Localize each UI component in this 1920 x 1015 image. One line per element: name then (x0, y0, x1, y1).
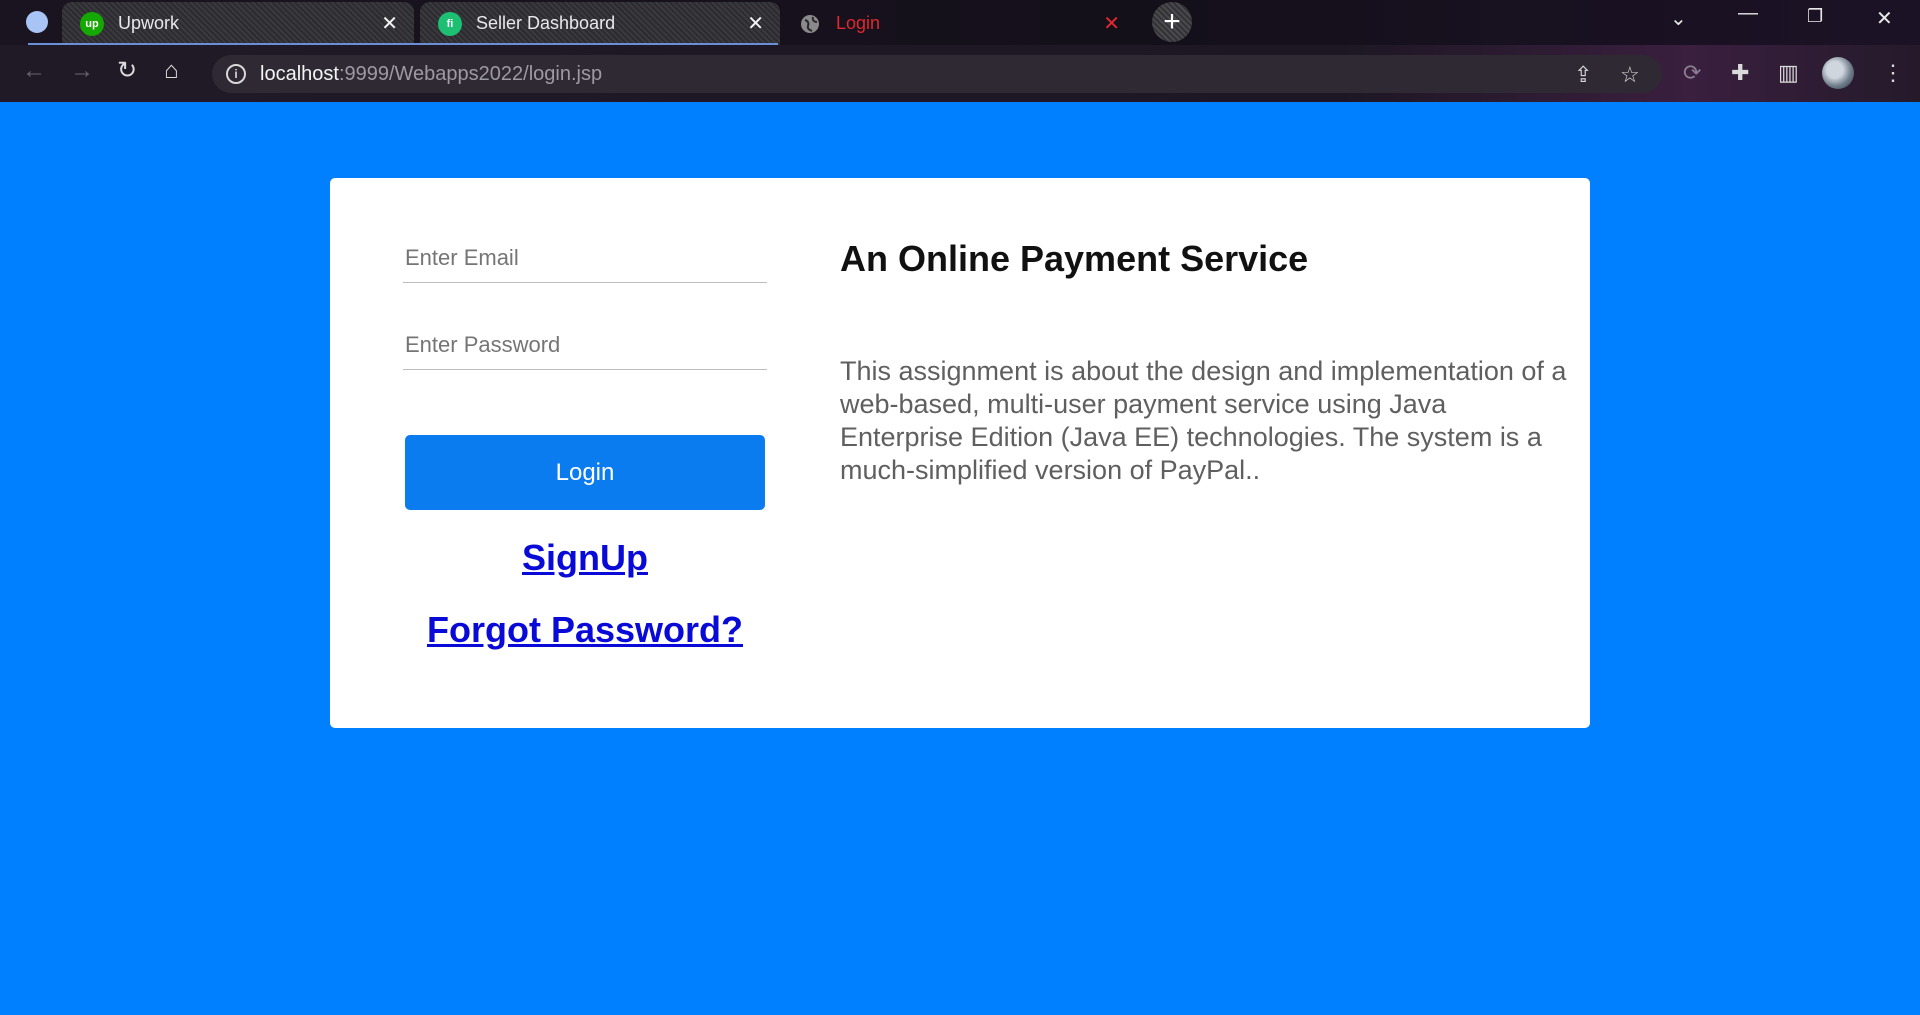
browser-toolbar: ← → ↻ ⌂ i localhost:9999/Webapps2022/log… (0, 45, 1920, 102)
more-menu-icon[interactable]: ⋮ (1882, 60, 1904, 86)
fiverr-favicon-icon: fi (438, 11, 462, 36)
site-info-icon[interactable]: i (226, 64, 246, 84)
globe-icon (798, 12, 822, 36)
tab-close-icon[interactable]: ✕ (381, 14, 398, 34)
tab-close-icon[interactable]: ✕ (1103, 14, 1120, 34)
side-panel-icon[interactable]: ▥ (1778, 60, 1799, 86)
tab-seller-dashboard[interactable]: fi Seller Dashboard ✕ (420, 2, 780, 45)
back-icon[interactable]: ← (22, 59, 46, 83)
restore-icon[interactable]: ❐ (1807, 6, 1823, 27)
new-tab-icon[interactable]: + (1152, 2, 1192, 42)
share-icon[interactable]: ⇪ (1574, 62, 1592, 88)
signup-link[interactable]: SignUp (405, 537, 765, 579)
tab-search-icon[interactable] (26, 11, 48, 33)
tab-label: Upwork (118, 13, 180, 33)
extensions-puzzle-icon[interactable]: ✚ (1731, 60, 1749, 86)
home-icon[interactable]: ⌂ (164, 59, 179, 83)
url-host: localhost (260, 62, 339, 85)
tab-close-icon[interactable]: ✕ (747, 14, 764, 34)
upwork-favicon-icon: up (80, 11, 104, 36)
sync-icon[interactable]: ⟳ (1683, 60, 1701, 86)
login-button[interactable]: Login (405, 435, 765, 510)
address-bar[interactable]: i localhost:9999/Webapps2022/login.jsp ⇪… (212, 55, 1662, 93)
reload-icon[interactable]: ↻ (117, 59, 137, 83)
tab-login[interactable]: Login ✕ (780, 2, 1136, 45)
forgot-password-link[interactable]: Forgot Password? (405, 609, 765, 651)
email-field[interactable] (403, 233, 767, 283)
service-description: This assignment is about the design and … (840, 356, 1567, 485)
bookmark-star-icon[interactable]: ☆ (1620, 62, 1640, 88)
url-path: :9999/Webapps2022/login.jsp (338, 62, 603, 85)
tab-search-chevron-icon[interactable]: ⌄ (1670, 6, 1687, 31)
tab-label: Seller Dashboard (476, 13, 616, 33)
profile-avatar[interactable] (1822, 57, 1854, 89)
page-title: An Online Payment Service (840, 238, 1309, 279)
password-field[interactable] (403, 320, 767, 370)
tab-label: Login (836, 13, 881, 33)
tab-upwork[interactable]: up Upwork ✕ (62, 2, 414, 45)
tab-bar: up Upwork ✕ fi Seller Dashboard ✕ Login … (0, 0, 1920, 45)
close-window-icon[interactable]: ✕ (1876, 6, 1893, 31)
minimize-icon[interactable]: — (1738, 2, 1758, 25)
forward-icon[interactable]: → (70, 59, 94, 83)
